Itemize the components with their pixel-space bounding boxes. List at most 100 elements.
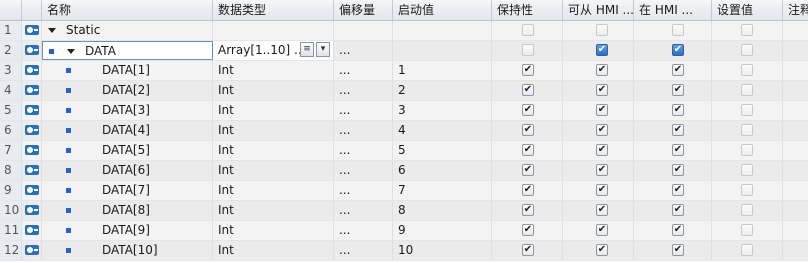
table-row[interactable]: 7 DATA[5] Int... 5 ✔ ✔ ✔ <box>0 141 808 161</box>
header-hmi-accessible[interactable]: 可从 HMI ... <box>563 0 634 20</box>
header-start-value[interactable]: 启动值 <box>393 0 492 20</box>
hmi-accessible-checkbox[interactable]: ✔ <box>596 224 608 236</box>
hmi-visible-checkbox[interactable]: ✔ <box>672 64 684 76</box>
name-cell[interactable]: DATA[6] <box>42 161 213 180</box>
setpoint-checkbox[interactable] <box>741 64 753 76</box>
collapse-triangle-icon[interactable] <box>67 49 75 54</box>
hmi-accessible-checkbox[interactable]: ✔ <box>596 64 608 76</box>
header-setpoint[interactable]: 设置值 <box>712 0 783 20</box>
comment-cell[interactable] <box>783 241 808 260</box>
start-value-cell[interactable]: 6 <box>393 161 492 180</box>
name-cell[interactable]: DATA[5] <box>42 141 213 160</box>
name-cell[interactable]: DATA[2] <box>42 81 213 100</box>
name-cell[interactable]: DATA[3] <box>42 101 213 120</box>
header-data-type[interactable]: 数据类型 <box>213 0 334 20</box>
start-value-cell[interactable]: 2 <box>393 81 492 100</box>
table-row[interactable]: 4 DATA[2] Int... 2 ✔ ✔ ✔ <box>0 81 808 101</box>
comment-cell[interactable] <box>783 221 808 240</box>
hmi-accessible-checkbox[interactable]: ✔ <box>596 184 608 196</box>
collapse-triangle-icon[interactable] <box>48 28 56 33</box>
data-type-cell[interactable]: Int <box>213 161 334 180</box>
data-type-cell[interactable]: Int <box>213 221 334 240</box>
hmi-visible-checkbox[interactable]: ✔ <box>672 144 684 156</box>
start-value-cell[interactable]: 5 <box>393 141 492 160</box>
hmi-accessible-checkbox[interactable]: ✔ <box>596 84 608 96</box>
name-cell[interactable]: DATA <box>42 41 213 60</box>
setpoint-checkbox[interactable] <box>741 144 753 156</box>
data-type-cell[interactable]: Int <box>213 61 334 80</box>
data-type-cell[interactable]: Int <box>213 101 334 120</box>
hmi-visible-checkbox[interactable]: ✔ <box>672 244 684 256</box>
data-type-cell[interactable] <box>213 21 334 40</box>
comment-cell[interactable] <box>783 101 808 120</box>
data-type-cell[interactable]: Int <box>213 181 334 200</box>
setpoint-checkbox[interactable] <box>741 164 753 176</box>
data-type-cell[interactable]: Int <box>213 121 334 140</box>
comment-cell[interactable] <box>783 181 808 200</box>
table-row[interactable]: 3 DATA[1] Int... 1 ✔ ✔ ✔ <box>0 61 808 81</box>
hmi-visible-checkbox[interactable] <box>672 24 684 36</box>
start-value-cell[interactable]: 8 <box>393 201 492 220</box>
hmi-visible-checkbox[interactable]: ✔ <box>672 84 684 96</box>
header-name[interactable]: 名称 <box>42 0 213 20</box>
header-hmi-visible[interactable]: 在 HMI ... <box>634 0 712 20</box>
setpoint-checkbox[interactable] <box>741 224 753 236</box>
start-value-cell[interactable]: 1 <box>393 61 492 80</box>
start-value-cell[interactable]: 10 <box>393 241 492 260</box>
name-cell[interactable]: DATA[4] <box>42 121 213 140</box>
name-cell[interactable]: Static <box>42 21 213 40</box>
table-row[interactable]: 2 DATA Array[1..10] ... ≡ ▾... ✔ ✔ <box>0 41 808 61</box>
comment-cell[interactable] <box>783 201 808 220</box>
start-value-cell[interactable]: 7 <box>393 181 492 200</box>
data-type-cell[interactable]: Array[1..10] ... ≡ ▾ <box>213 41 334 60</box>
setpoint-checkbox[interactable] <box>741 104 753 116</box>
start-value-cell[interactable]: 4 <box>393 121 492 140</box>
retain-checkbox[interactable]: ✔ <box>522 244 534 256</box>
hmi-accessible-checkbox[interactable]: ✔ <box>596 204 608 216</box>
name-cell[interactable]: DATA[9] <box>42 221 213 240</box>
comment-cell[interactable] <box>783 41 808 60</box>
hmi-visible-checkbox[interactable]: ✔ <box>672 224 684 236</box>
retain-checkbox[interactable]: ✔ <box>522 104 534 116</box>
start-value-cell[interactable]: 9 <box>393 221 492 240</box>
table-row[interactable]: 11 DATA[9] Int... 9 ✔ ✔ ✔ <box>0 221 808 241</box>
name-cell[interactable]: DATA[1] <box>42 61 213 80</box>
comment-cell[interactable] <box>783 21 808 40</box>
start-value-cell[interactable]: 3 <box>393 101 492 120</box>
name-cell[interactable]: DATA[8] <box>42 201 213 220</box>
retain-checkbox[interactable]: ✔ <box>522 124 534 136</box>
table-row[interactable]: 6 DATA[4] Int... 4 ✔ ✔ ✔ <box>0 121 808 141</box>
type-list-icon[interactable]: ≡ <box>300 42 314 57</box>
setpoint-checkbox[interactable] <box>741 204 753 216</box>
setpoint-checkbox[interactable] <box>741 24 753 36</box>
retain-checkbox[interactable] <box>522 44 534 56</box>
start-value-cell[interactable] <box>393 41 492 60</box>
retain-checkbox[interactable]: ✔ <box>522 64 534 76</box>
setpoint-checkbox[interactable] <box>741 244 753 256</box>
type-dropdown-icon[interactable]: ▾ <box>316 42 330 57</box>
setpoint-checkbox[interactable] <box>741 44 753 56</box>
hmi-visible-checkbox[interactable]: ✔ <box>672 164 684 176</box>
retain-checkbox[interactable]: ✔ <box>522 204 534 216</box>
setpoint-checkbox[interactable] <box>741 124 753 136</box>
hmi-visible-checkbox[interactable]: ✔ <box>672 204 684 216</box>
header-retain[interactable]: 保持性 <box>492 0 563 20</box>
hmi-visible-checkbox[interactable]: ✔ <box>672 184 684 196</box>
comment-cell[interactable] <box>783 121 808 140</box>
hmi-visible-checkbox[interactable]: ✔ <box>672 44 684 56</box>
retain-checkbox[interactable]: ✔ <box>522 224 534 236</box>
setpoint-checkbox[interactable] <box>741 84 753 96</box>
data-type-cell[interactable]: Int <box>213 241 334 260</box>
hmi-accessible-checkbox[interactable]: ✔ <box>596 124 608 136</box>
table-row[interactable]: 8 DATA[6] Int... 6 ✔ ✔ ✔ <box>0 161 808 181</box>
retain-checkbox[interactable]: ✔ <box>522 164 534 176</box>
retain-checkbox[interactable] <box>522 24 534 36</box>
hmi-accessible-checkbox[interactable]: ✔ <box>596 44 608 56</box>
retain-checkbox[interactable]: ✔ <box>522 84 534 96</box>
comment-cell[interactable] <box>783 141 808 160</box>
hmi-accessible-checkbox[interactable]: ✔ <box>596 244 608 256</box>
hmi-accessible-checkbox[interactable]: ✔ <box>596 104 608 116</box>
table-row[interactable]: 9 DATA[7] Int... 7 ✔ ✔ ✔ <box>0 181 808 201</box>
hmi-accessible-checkbox[interactable]: ✔ <box>596 164 608 176</box>
table-row[interactable]: 10 DATA[8] Int... 8 ✔ ✔ ✔ <box>0 201 808 221</box>
